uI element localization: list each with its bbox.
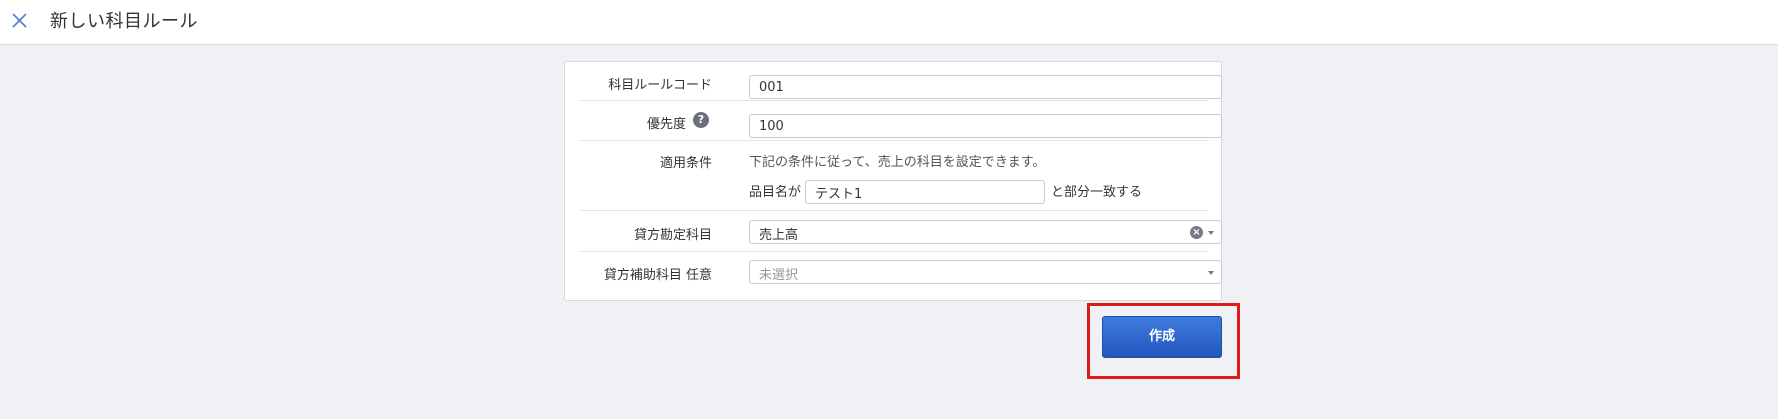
credit-account-row: 貸方勘定科目 売上高 × — [580, 211, 1222, 252]
close-icon[interactable] — [11, 12, 28, 29]
item-name-input[interactable] — [805, 180, 1045, 204]
code-input[interactable] — [749, 75, 1222, 99]
credit-account-label: 貸方勘定科目 — [633, 228, 712, 243]
rule-form-card: 科目ルールコード 優先度 ? 適用条件 下記の条件に従って、売上の科目を設定でき… — [564, 61, 1222, 301]
credit-sub-account-label: 貸方補助科目 任意 — [603, 268, 712, 283]
chevron-down-icon[interactable] — [1208, 271, 1214, 275]
condition-suffix: と部分一致する — [1051, 185, 1143, 200]
priority-label: 優先度 — [646, 117, 686, 132]
credit-sub-account-select[interactable]: 未選択 — [749, 260, 1222, 284]
credit-sub-account-row: 貸方補助科目 任意 未選択 — [580, 252, 1222, 297]
condition-row: 適用条件 下記の条件に従って、売上の科目を設定できます。 品目名が と部分一致す… — [580, 141, 1208, 211]
create-button[interactable]: 作成 — [1102, 316, 1222, 358]
clear-icon[interactable]: × — [1190, 226, 1203, 239]
chevron-down-icon[interactable] — [1208, 231, 1214, 235]
credit-account-value: 売上高 — [759, 228, 799, 243]
condition-description: 下記の条件に従って、売上の科目を設定できます。 — [749, 155, 1046, 170]
priority-input[interactable] — [749, 114, 1222, 138]
credit-sub-account-placeholder: 未選択 — [759, 268, 799, 283]
priority-row: 優先度 ? — [580, 101, 1222, 141]
condition-prefix: 品目名が — [749, 185, 802, 200]
code-row: 科目ルールコード — [580, 62, 1222, 101]
help-icon[interactable]: ? — [693, 112, 709, 128]
credit-account-select[interactable]: 売上高 × — [749, 220, 1222, 244]
condition-label: 適用条件 — [659, 156, 712, 171]
top-bar: 新しい科目ルール — [0, 0, 1778, 45]
page-title: 新しい科目ルール — [50, 11, 198, 32]
code-label: 科目ルールコード — [608, 78, 712, 93]
